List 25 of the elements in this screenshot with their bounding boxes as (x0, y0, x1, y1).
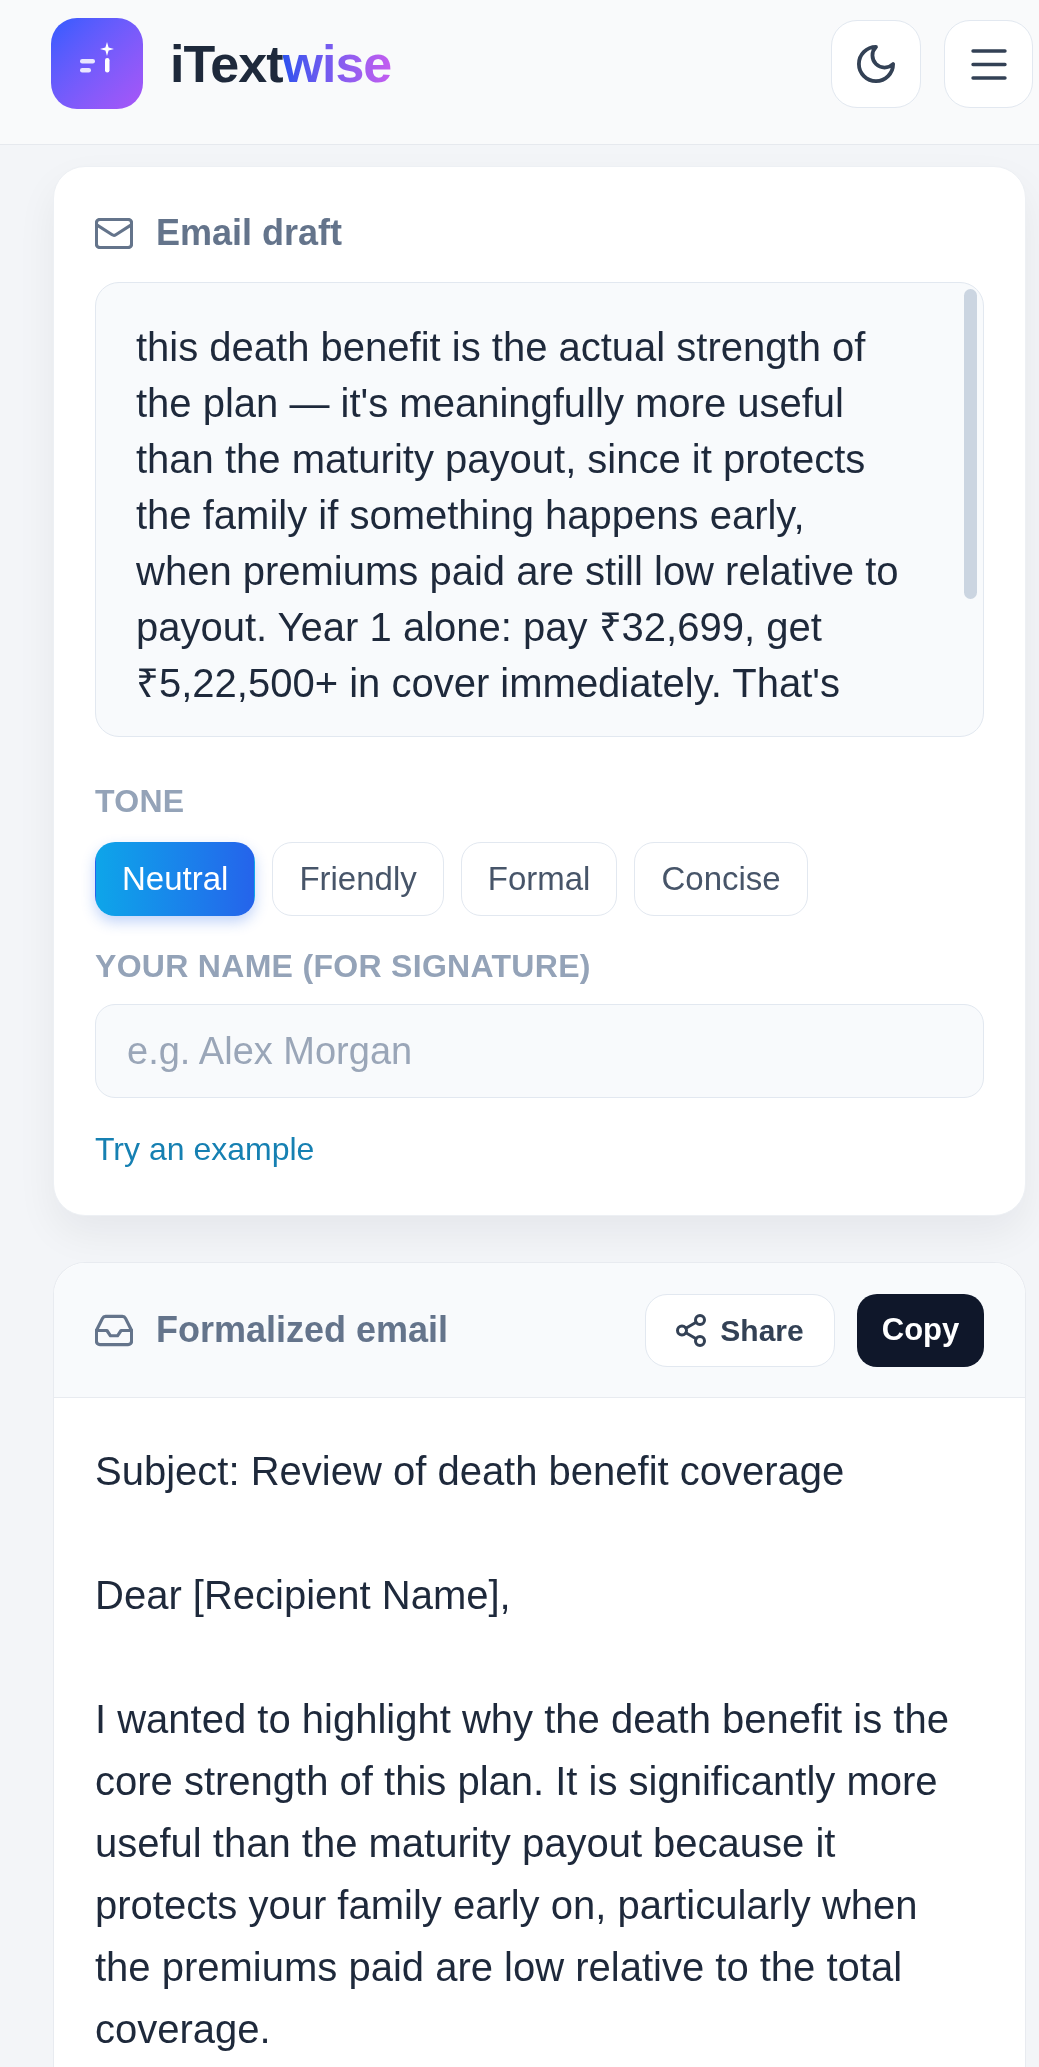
email-draft-field[interactable]: this death benefit is the actual strength of the plan — it's meaningfully more useful than the maturity payout, since it protects the family if something happens early, when premiums paid are still low relative to payout. Year 1 alone: pay ₹32,699, get ₹5,22,500+ in cover immediately. That's (95, 282, 984, 737)
name-input-field[interactable]: e.g. Alex Morgan (95, 1004, 984, 1098)
tone-option[interactable]: Neutral (95, 842, 256, 916)
try-example-link[interactable]: Try an example (95, 1129, 315, 1169)
tone-option[interactable]: Concise (634, 842, 808, 916)
share-icon (676, 1313, 707, 1347)
mail-icon (95, 217, 133, 249)
moon-icon (857, 45, 895, 83)
tone-label: TONE (95, 783, 186, 819)
tone-option[interactable]: Formal (460, 842, 618, 916)
menu-button[interactable] (944, 20, 1033, 108)
email-text: Dear [Recipient Name], (95, 1572, 512, 1619)
name-label: YOUR NAME (FOR SIGNATURE) (95, 948, 592, 984)
tone-option[interactable]: Friendly (272, 842, 444, 916)
theme-toggle-button[interactable] (831, 20, 921, 108)
card-title: Formalized email (156, 1312, 449, 1348)
inbox-icon (95, 1313, 133, 1347)
menu-icon (970, 48, 1007, 80)
logo-icon (51, 18, 143, 109)
copy-button[interactable]: Copy (857, 1293, 984, 1367)
email-text: I wanted to highlight why the death benefit is the core strength of this plan. It is significantly more useful than the maturity payout because it protects your family early on, particularly when the premiums paid are low relative to the total coverage. (95, 1696, 950, 2053)
scrollbar-thumb[interactable] (964, 289, 977, 599)
card-title: Email draft (156, 215, 343, 251)
share-button[interactable]: Share (645, 1293, 835, 1367)
email-text: Subject: Review of death benefit coverage (95, 1448, 846, 1495)
